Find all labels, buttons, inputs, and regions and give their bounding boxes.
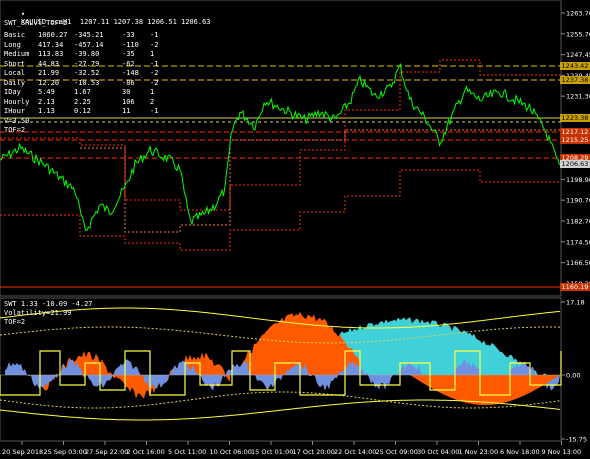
stats-cell-b: 2.25	[74, 97, 91, 106]
stats-cell-b: -32.52	[74, 69, 100, 77]
step-level-line	[0, 169, 561, 251]
stats-cell-d: -1	[150, 59, 159, 68]
stats-cell-a: 12.20	[38, 78, 60, 87]
tof-label: TOF=2	[4, 126, 26, 134]
stats-cell-c: -148	[122, 69, 139, 77]
stats-cell-name: Medium	[4, 50, 30, 58]
price-level-tag: 1223.38	[560, 114, 590, 122]
dropdown-triangle-icon[interactable]: ▾	[21, 10, 25, 18]
price-tick-label: 1174.50	[566, 238, 590, 246]
stats-cell-name: IHour	[4, 107, 26, 115]
stats-cell-b: -457.14	[74, 40, 104, 49]
step-level-line	[80, 129, 561, 233]
price-level-tag: 1237.38	[560, 76, 590, 84]
time-tick-label: 25 Sep 03:00	[44, 448, 87, 456]
stats-cell-a: 5.49	[38, 88, 55, 96]
stats-cell-b: 0.12	[74, 107, 91, 115]
stats-cell-a: 1.13	[38, 107, 55, 115]
price-tick-label: 1263.70	[566, 10, 590, 18]
stats-cell-b: -345.21	[74, 31, 104, 39]
stats-cell-d: 2	[150, 97, 155, 106]
time-tick-label: 2 Oct 16:00	[127, 448, 165, 456]
time-tick-label: 25 Oct 09:00	[376, 448, 418, 456]
stats-cell-a: 113.83	[38, 50, 64, 58]
stats-cell-b: -10.53	[74, 78, 100, 87]
stats-cell-c: 106	[122, 97, 135, 106]
stats-cell-name: Long	[4, 40, 21, 49]
stats-cell-c: 11	[122, 107, 131, 115]
sub-tick-label: 17.18	[566, 299, 585, 307]
time-tick-label: 27 Sep 22:00	[85, 448, 128, 456]
chart-header: ▾ XAUUSD.ecnH1 1207.11 1207.38 1206.51 1…	[4, 2, 211, 34]
stats-cell-c: -86	[122, 78, 135, 87]
stats-cell-d: -2	[150, 69, 159, 77]
price-tick-label: 1198.90	[566, 176, 590, 184]
time-axis: 20 Sep 2018 25 Sep 03:0027 Sep 22:002 Oct…	[2, 441, 581, 456]
time-tick-label: 17 Oct 20:00	[293, 448, 335, 456]
price-tick-label: 1247.45	[566, 51, 590, 59]
sub-tof-label: TOF=2	[4, 318, 26, 326]
stats-cell-name: Daily	[4, 78, 26, 87]
indicator-name: SWT_SRLvl_TOF=2	[4, 19, 68, 27]
price-tick-label: 1182.70	[566, 218, 590, 226]
price-tick-label: 1166.50	[566, 259, 590, 267]
time-tick-label: 10 Oct 06:00	[210, 448, 252, 456]
price-tick-label: 1231.30	[566, 93, 590, 101]
stats-cell-a: 417.34	[38, 40, 64, 49]
price-tick-label: 1255.70	[566, 30, 590, 38]
time-tick-label: 9 Nov 13:00	[542, 448, 582, 456]
price-level-tag: 1217.12	[560, 128, 590, 136]
stats-cell-c: -35	[122, 50, 135, 58]
stats-cell-d: -2	[150, 78, 159, 87]
time-tick-label: 6 Nov 18:00	[500, 448, 540, 456]
price-level-tag: 1215.25	[560, 136, 590, 144]
stats-cell-b: -39.80	[74, 50, 100, 58]
time-tick-label: 30 Oct 04:00	[417, 448, 459, 456]
stats-cell-name: Hourly	[4, 97, 30, 106]
sub-tick-label: -15.75	[566, 436, 587, 444]
sub-axis: 17.18 0.00 -15.75	[561, 299, 587, 444]
stats-cell-d: -2	[150, 40, 159, 49]
stats-cell-name: Basic	[4, 31, 26, 39]
oscillator-fills	[5, 311, 560, 405]
volatility-label: Volatility=21.99	[4, 309, 72, 317]
time-tick-label: 22 Oct 14:00	[334, 448, 376, 456]
time-tick-label: 1 Nov 23:00	[459, 448, 499, 456]
mt4-chart-window: 1263.701255.701247.451239.451231.301223.…	[0, 0, 590, 459]
stats-cell-name: IDay	[4, 88, 21, 96]
stats-cell-b: -27.79	[74, 59, 100, 68]
stats-cell-d: 1	[150, 50, 155, 58]
stats-cell-c: -110	[122, 40, 139, 49]
stats-cell-c: 30	[122, 88, 131, 96]
stats-cell-name: Local	[4, 69, 26, 77]
sub-title: SWT 1.33 -10.09 -4.27	[4, 300, 93, 308]
time-tick-label: 15 Oct 01:00	[251, 448, 293, 456]
stats-cell-d: -1	[150, 107, 159, 115]
stats-cell-c: -62	[122, 59, 135, 68]
stats-cell-d: 1	[150, 88, 155, 96]
time-tick-label: 20 Sep 2018	[2, 448, 43, 456]
stats-cell-name: Short	[4, 59, 26, 68]
stats-cell-a: 2.13	[38, 97, 55, 106]
price-level-tag: 1243.42	[560, 62, 590, 70]
stats-cell-b: 1.67	[74, 88, 91, 96]
stats-cell-a: 44.83	[38, 59, 60, 68]
stats-cell-d: -1	[150, 31, 159, 39]
price-level-tag: 1206.63	[560, 160, 590, 168]
price-axis: 1263.701255.701247.451239.451231.301223.…	[561, 10, 590, 288]
stats-cell-a: 1060.27	[38, 31, 68, 39]
time-tick-label: 5 Oct 11:00	[168, 448, 206, 456]
price-level-tag: 1160.19	[560, 283, 590, 291]
stats-cell-c: -33	[122, 31, 135, 39]
sub-tick-label: 0.00	[566, 372, 580, 380]
stats-cell-a: 21.99	[38, 69, 60, 77]
price-tick-label: 1190.70	[566, 197, 590, 205]
v-label: V=3.50	[4, 117, 30, 125]
